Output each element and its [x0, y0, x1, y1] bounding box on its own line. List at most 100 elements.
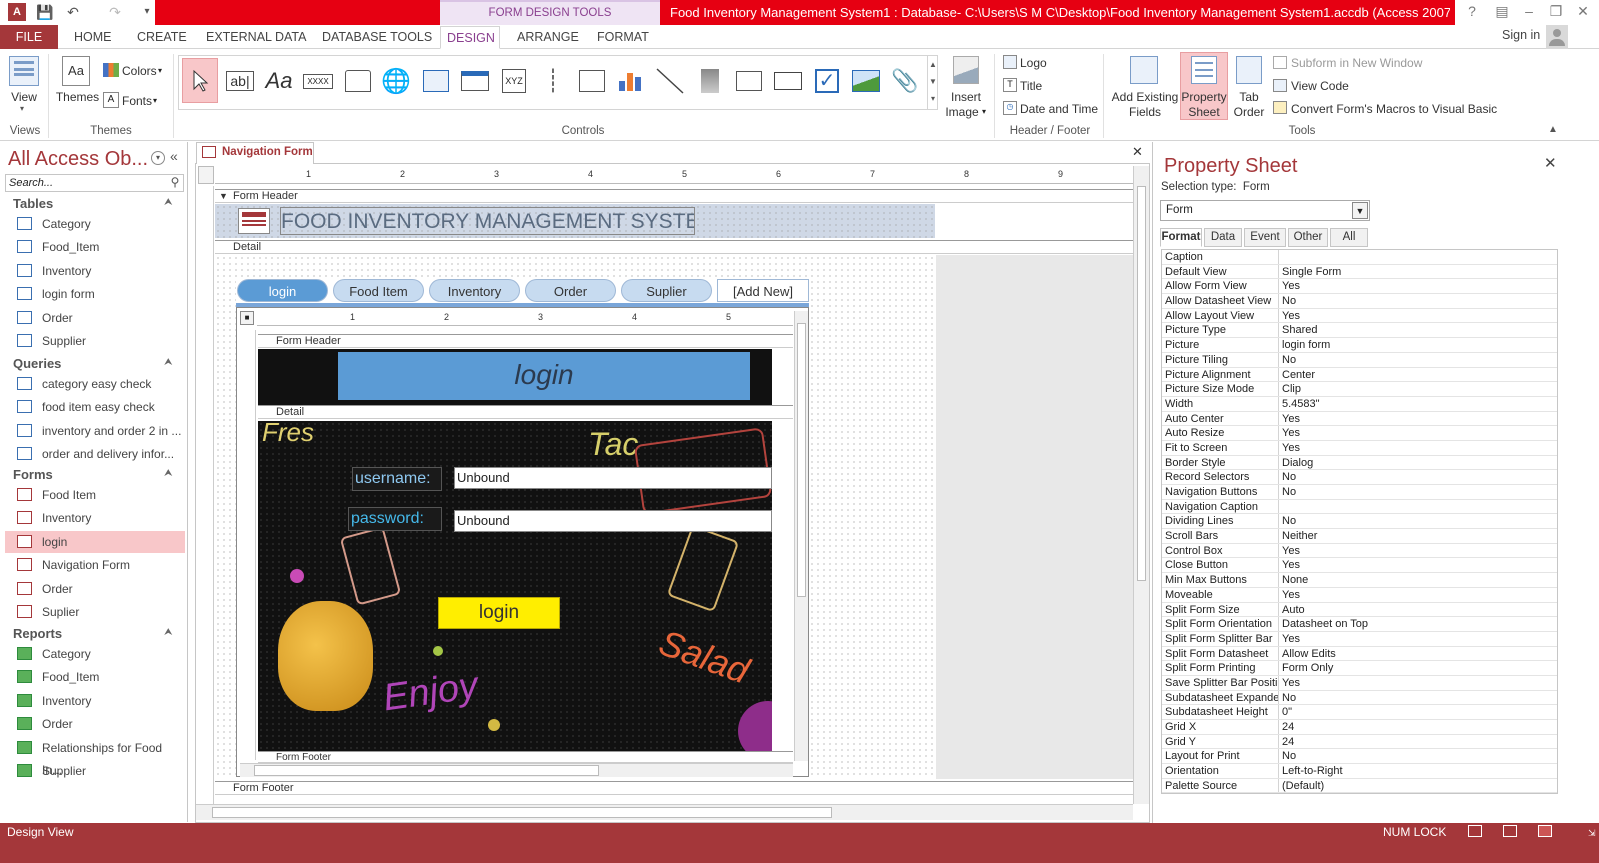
property-row[interactable]: Moveable Yes: [1162, 587, 1557, 603]
property-value[interactable]: login form: [1279, 338, 1330, 352]
nav-button-food-item[interactable]: Food Item: [333, 279, 424, 302]
property-row[interactable]: Caption: [1162, 250, 1557, 265]
nav-button-order[interactable]: Order: [525, 279, 616, 302]
convert-macros-button[interactable]: Convert Form's Macros to Visual Basic: [1291, 102, 1497, 116]
property-sheet-label-2[interactable]: Sheet: [1180, 105, 1228, 119]
property-value[interactable]: Yes: [1279, 441, 1300, 455]
colors-button[interactable]: Colors: [122, 64, 157, 78]
form-title-label[interactable]: FOOD INVENTORY MANAGEMENT SYSTEM: [280, 207, 695, 235]
insert-image-icon[interactable]: [953, 56, 979, 84]
add-existing-fields-label-2[interactable]: Fields: [1110, 105, 1180, 119]
property-value[interactable]: No: [1279, 514, 1296, 528]
username-input[interactable]: Unbound: [454, 467, 772, 489]
property-row[interactable]: Picture login form: [1162, 338, 1557, 353]
combo-box-icon[interactable]: [574, 62, 610, 100]
form-logo-icon[interactable]: [238, 208, 270, 234]
property-row[interactable]: Scroll Bars Neither: [1162, 529, 1557, 544]
property-row[interactable]: Picture Tiling No: [1162, 352, 1557, 368]
layout-view-icon[interactable]: [1503, 825, 1517, 837]
nav-item[interactable]: Inventory: [5, 690, 185, 712]
insert-image-label-1[interactable]: Insert: [942, 90, 990, 104]
nav-item[interactable]: Order: [5, 578, 185, 600]
property-row[interactable]: Split Form Size Auto: [1162, 602, 1557, 618]
tab-external-data[interactable]: EXTERNAL DATA: [200, 26, 312, 48]
attachment-control-icon[interactable]: 📎: [887, 62, 923, 100]
nav-pane-title[interactable]: All Access Ob...: [8, 148, 148, 171]
property-value[interactable]: No: [1279, 470, 1296, 484]
help-icon[interactable]: ?: [1462, 3, 1482, 21]
navigation-control-icon[interactable]: [457, 62, 493, 100]
property-value[interactable]: 24: [1279, 735, 1294, 749]
property-value[interactable]: 24: [1279, 720, 1294, 734]
restore-ribbon-icon[interactable]: ▤: [1492, 3, 1512, 21]
close-property-sheet-icon[interactable]: ✕: [1544, 154, 1557, 172]
property-value[interactable]: Yes: [1279, 426, 1300, 440]
insert-image-label-2[interactable]: Image: [940, 105, 984, 119]
nav-item[interactable]: Order: [5, 307, 185, 329]
tab-design[interactable]: DESIGN: [440, 26, 500, 49]
textbox-control-icon[interactable]: ab|: [222, 62, 258, 100]
nav-item[interactable]: Food Item: [5, 484, 185, 506]
property-value[interactable]: No: [1279, 353, 1296, 367]
collapse-nav-icon[interactable]: «: [170, 148, 178, 164]
property-row[interactable]: Subdatasheet Expande No: [1162, 690, 1557, 706]
subform-footer-bar[interactable]: Form Footer: [258, 751, 793, 763]
nav-item[interactable]: Navigation Form: [5, 554, 185, 576]
gallery-scroll-icon[interactable]: ▲ ▼ ▾: [927, 56, 938, 109]
collapse-group-icon[interactable]: ⮝: [164, 627, 173, 638]
tab-control-icon[interactable]: [340, 62, 376, 100]
checkbox-control-icon[interactable]: ✓: [809, 62, 845, 100]
property-row[interactable]: Split Form Orientation Datasheet on Top: [1162, 617, 1557, 632]
nav-button-login[interactable]: login: [237, 279, 328, 302]
property-row[interactable]: Close Button Yes: [1162, 558, 1557, 574]
property-value[interactable]: None: [1279, 573, 1308, 587]
undo-icon[interactable]: ↶: [64, 3, 82, 21]
subform-title[interactable]: login: [338, 352, 750, 400]
ps-tab-all[interactable]: All: [1330, 228, 1368, 247]
property-sheet-label-1[interactable]: Property: [1180, 90, 1228, 104]
redo-icon[interactable]: ↷: [106, 3, 124, 21]
property-row[interactable]: Navigation Caption: [1162, 499, 1557, 515]
property-value[interactable]: Yes: [1279, 676, 1300, 690]
tab-file[interactable]: FILE: [0, 25, 58, 49]
document-vscrollbar[interactable]: [1133, 166, 1149, 804]
ps-tab-data[interactable]: Data: [1204, 228, 1242, 247]
avatar[interactable]: [1546, 25, 1568, 49]
design-view-icon[interactable]: [1538, 825, 1552, 837]
view-icon[interactable]: [9, 56, 39, 86]
property-value[interactable]: 0": [1279, 705, 1292, 719]
tab-database-tools[interactable]: DATABASE TOOLS: [316, 26, 438, 48]
nav-group-forms[interactable]: Forms: [13, 467, 53, 482]
property-value[interactable]: Shared: [1279, 323, 1317, 337]
form-view-icon[interactable]: [1468, 825, 1482, 837]
tab-order-icon[interactable]: [1236, 56, 1262, 84]
close-document-icon[interactable]: ✕: [1132, 144, 1143, 160]
nav-item[interactable]: Order: [5, 713, 185, 735]
line-control-icon[interactable]: [652, 62, 688, 100]
nav-search-input[interactable]: Search...: [5, 174, 184, 192]
web-browser-control-icon[interactable]: [418, 62, 454, 100]
property-value[interactable]: Clip: [1279, 382, 1301, 396]
minimize-icon[interactable]: –: [1519, 3, 1539, 21]
option-group-icon[interactable]: XYZ: [496, 62, 532, 100]
ps-tab-event[interactable]: Event: [1244, 228, 1286, 247]
password-input[interactable]: Unbound: [454, 510, 772, 532]
nav-item[interactable]: Supplier: [5, 760, 185, 782]
view-code-button[interactable]: View Code: [1291, 79, 1349, 93]
collapse-group-icon[interactable]: ⮝: [164, 468, 173, 479]
title-button[interactable]: Title: [1020, 79, 1042, 93]
rectangle-control-icon[interactable]: [770, 62, 806, 100]
property-value[interactable]: Yes: [1279, 279, 1300, 293]
property-row[interactable]: Orientation Left-to-Right: [1162, 764, 1557, 779]
nav-item[interactable]: login: [5, 530, 185, 553]
property-row[interactable]: Allow Form View Yes: [1162, 279, 1557, 295]
form-selector[interactable]: [198, 166, 214, 184]
property-value[interactable]: No: [1279, 485, 1296, 499]
form-footer-bar[interactable]: Form Footer: [215, 781, 1133, 795]
property-row[interactable]: Allow Datasheet View No: [1162, 294, 1557, 309]
themes-icon[interactable]: Aa: [62, 56, 90, 86]
property-value[interactable]: 5.4583": [1279, 397, 1320, 411]
property-value[interactable]: Allow Edits: [1279, 647, 1336, 661]
form-header-bar[interactable]: Form Header: [215, 189, 1133, 203]
object-select[interactable]: Form: [1160, 200, 1370, 221]
